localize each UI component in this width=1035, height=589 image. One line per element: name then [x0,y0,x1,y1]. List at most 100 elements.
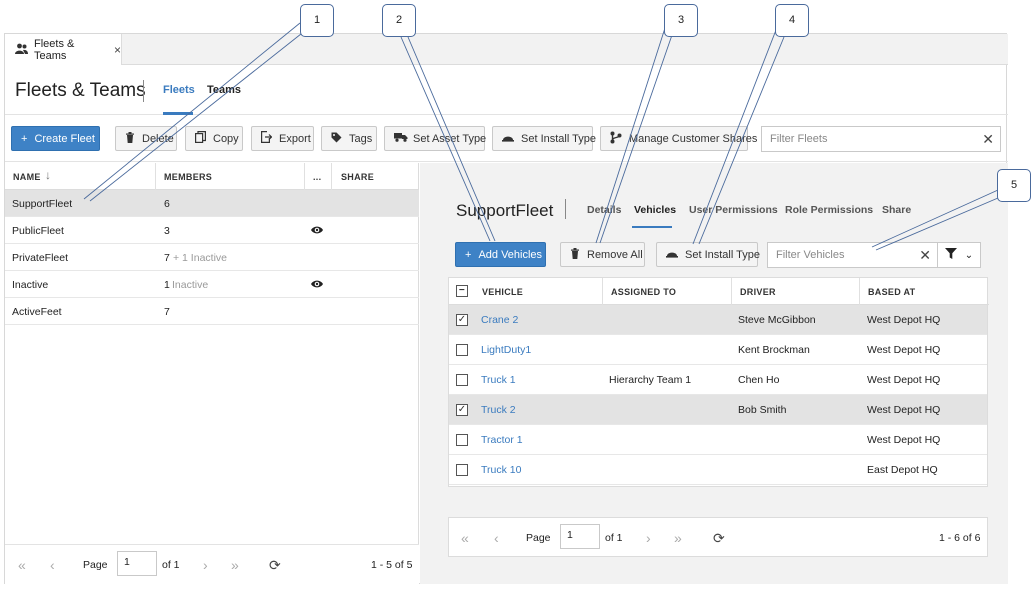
document-tabstrip: Fleets & Teams × [5,34,1008,65]
select-all-checkbox[interactable]: − [456,285,468,297]
column-vehicle[interactable]: VEHICLE [482,287,523,297]
next-page-icon[interactable]: › [646,530,651,546]
set-asset-type-button[interactable]: Set Asset Type [384,126,486,151]
callout-2: 2 [382,4,416,37]
vehicle-based-at: West Depot HQ [867,344,941,356]
set-install-type-button[interactable]: Set Install Type [492,126,596,151]
vehicle-row[interactable]: Truck 10 East Depot HQ [449,455,987,485]
column-divider [602,278,603,305]
tab-details[interactable]: Details [587,204,621,216]
fleet-row[interactable]: Inactive 1 Inactive [5,271,419,298]
column-more[interactable]: ... [313,172,321,182]
tab-teams[interactable]: Teams [207,84,241,96]
tab-fleets[interactable]: Fleets [163,84,195,96]
remove-all-button[interactable]: Remove All [560,242,645,267]
fleet-name: PublicFleet [12,225,64,237]
previous-page-icon[interactable]: ‹ [494,530,499,546]
vehicle-row[interactable]: Truck 1 Hierarchy Team 1 Chen Ho West De… [449,365,987,395]
column-driver[interactable]: DRIVER [740,287,776,297]
delete-button[interactable]: Delete [115,126,177,151]
active-tab-indicator [163,112,193,115]
set-install-type-button[interactable]: Set Install Type [656,242,760,267]
tab-vehicles[interactable]: Vehicles [634,204,676,216]
vehicle-row[interactable]: ✓ Truck 2 Bob Smith West Depot HQ [449,395,987,425]
sort-arrow-icon[interactable]: ↓ [45,168,51,182]
row-checkbox[interactable] [456,344,468,356]
column-assigned-to[interactable]: ASSIGNED TO [611,287,676,297]
manage-customer-shares-button[interactable]: Manage Customer Shares [600,126,757,151]
add-vehicles-button[interactable]: + Add Vehicles [455,242,546,267]
column-divider [155,163,156,190]
last-page-icon[interactable]: » [231,557,239,573]
title-divider [143,80,144,102]
first-page-icon[interactable]: « [18,557,26,573]
vehicle-row[interactable]: LightDuty1 Kent Brockman West Depot HQ [449,335,987,365]
fleet-row[interactable]: ActiveFeet 7 [5,298,419,325]
row-checkbox[interactable]: ✓ [456,314,468,326]
row-checkbox[interactable] [456,374,468,386]
last-page-icon[interactable]: » [674,530,682,546]
first-page-icon[interactable]: « [461,530,469,546]
vehicle-row[interactable]: Tractor 1 West Depot HQ [449,425,987,455]
fleet-members: 7 [164,306,170,318]
column-members[interactable]: MEMBERS [164,172,212,182]
refresh-icon[interactable]: ⟳ [713,530,725,547]
tags-button[interactable]: Tags [321,126,377,151]
vehicle-link[interactable]: Truck 1 [481,374,516,386]
tab-role-permissions[interactable]: Role Permissions [785,204,873,216]
fleet-row[interactable]: PublicFleet 3 [5,217,419,244]
vehicle-link[interactable]: Truck 10 [481,464,521,476]
page-label: Page [526,532,551,544]
vehicles-section: + Add Vehicles Remove All Set Install Ty… [448,235,989,567]
create-fleet-button[interactable]: + Create Fleet [11,126,100,151]
column-name[interactable]: NAME [13,172,41,182]
fleet-members: 1 [164,279,170,291]
vehicle-link[interactable]: LightDuty1 [481,344,531,356]
funnel-icon [944,248,957,262]
column-based-at[interactable]: BASED AT [868,287,915,297]
app-window: Fleets & Teams × Fleets & Teams Fleets T… [4,33,1008,584]
chevron-down-icon: ⌄ [964,249,974,261]
eye-icon[interactable] [310,223,324,237]
vehicle-assigned-to: Hierarchy Team 1 [609,374,692,386]
eye-icon[interactable] [310,277,324,291]
callout-1: 1 [300,4,334,37]
vehicle-link[interactable]: Crane 2 [481,314,518,326]
clear-filter-icon[interactable]: ✕ [982,131,994,148]
tab-user-permissions[interactable]: User Permissions [689,204,778,216]
column-share[interactable]: SHARE [341,172,374,182]
page-number-input[interactable]: 1 [560,524,600,549]
fleet-row[interactable]: PrivateFleet 7 + 1 Inactive [5,244,419,271]
filter-fleets-input[interactable]: Filter Fleets ✕ [761,126,1001,152]
next-page-icon[interactable]: › [203,557,208,573]
device-icon [666,249,678,261]
row-checkbox[interactable]: ✓ [456,404,468,416]
fleet-row[interactable]: SupportFleet 6 [5,190,419,217]
vehicle-based-at: West Depot HQ [867,314,941,326]
active-tab-indicator [632,226,672,228]
vehicles-grid-header: − VEHICLE ASSIGNED TO DRIVER BASED AT [449,278,989,305]
page-number-input[interactable]: 1 [117,551,157,576]
refresh-icon[interactable]: ⟳ [269,557,281,574]
tab-share[interactable]: Share [882,204,911,216]
clear-filter-icon[interactable]: ✕ [919,247,931,264]
fleet-grid-header: NAME ↓ MEMBERS ... SHARE [5,163,419,190]
vehicle-link[interactable]: Truck 2 [481,404,516,416]
callout-5: 5 [997,169,1031,202]
copy-button[interactable]: Copy [185,126,243,151]
document-tab-fleets-teams[interactable]: Fleets & Teams × [5,34,122,65]
close-icon[interactable]: × [114,43,121,57]
fleet-inactive-count: + 1 Inactive [173,252,227,264]
truck-icon [394,132,408,145]
filter-vehicles-input[interactable]: Filter Vehicles ✕ [767,242,938,268]
export-button[interactable]: Export [251,126,314,151]
fleet-toolbar: + Create Fleet Delete Copy Export Tags S… [5,116,1008,162]
vehicle-link[interactable]: Tractor 1 [481,434,523,446]
row-checkbox[interactable] [456,464,468,476]
fleet-detail-panel: SupportFleet Details Vehicles User Permi… [420,163,1008,584]
previous-page-icon[interactable]: ‹ [50,557,55,573]
vehicle-row[interactable]: ✓ Crane 2 Steve McGibbon West Depot HQ [449,305,987,335]
row-checkbox[interactable] [456,434,468,446]
filter-options-dropdown[interactable]: ⌄ [937,242,981,268]
vehicle-based-at: West Depot HQ [867,374,941,386]
